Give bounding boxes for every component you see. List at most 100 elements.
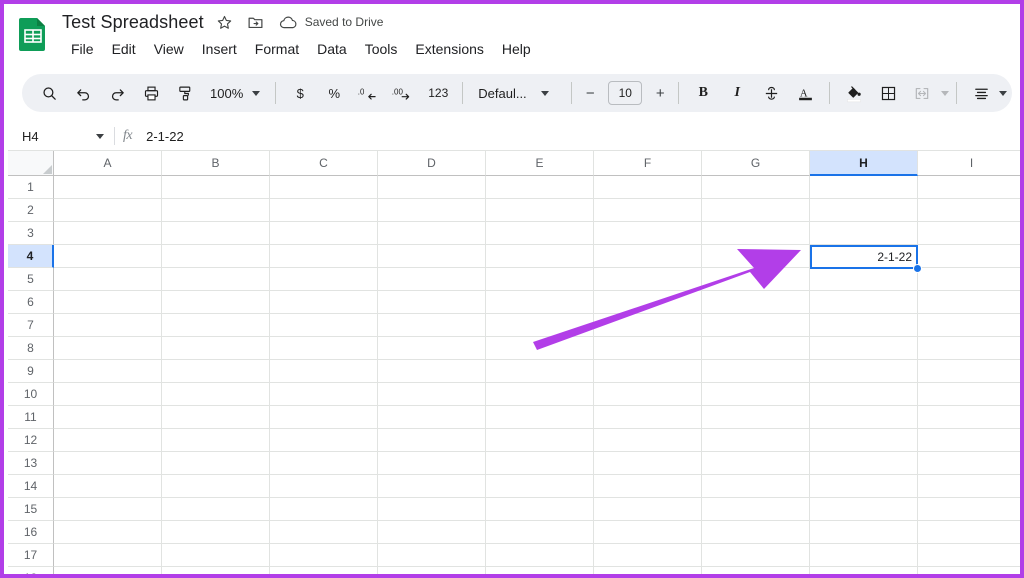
fill-color-icon[interactable] — [840, 79, 868, 107]
cell-G3[interactable] — [702, 222, 810, 245]
cell-A10[interactable] — [54, 383, 162, 406]
cell-C3[interactable] — [270, 222, 378, 245]
cell-C8[interactable] — [270, 337, 378, 360]
cell-I2[interactable] — [918, 199, 1024, 222]
page-title[interactable]: Test Spreadsheet — [62, 12, 204, 33]
cell-A11[interactable] — [54, 406, 162, 429]
row-header-2[interactable]: 2 — [8, 199, 54, 222]
function-icon[interactable]: fx — [123, 128, 132, 144]
row-header-17[interactable]: 17 — [8, 544, 54, 567]
cell-G4[interactable] — [702, 245, 810, 268]
cell-A5[interactable] — [54, 268, 162, 291]
column-header-f[interactable]: F — [594, 151, 702, 176]
cell-G8[interactable] — [702, 337, 810, 360]
cell-C6[interactable] — [270, 291, 378, 314]
cell-B12[interactable] — [162, 429, 270, 452]
cell-G18[interactable] — [702, 567, 810, 578]
more-formats-button[interactable]: 123 — [424, 79, 452, 107]
cell-B5[interactable] — [162, 268, 270, 291]
cell-F16[interactable] — [594, 521, 702, 544]
cell-B4[interactable] — [162, 245, 270, 268]
cell-D12[interactable] — [378, 429, 486, 452]
cell-I13[interactable] — [918, 452, 1024, 475]
cell-E16[interactable] — [486, 521, 594, 544]
cell-I18[interactable] — [918, 567, 1024, 578]
cell-C1[interactable] — [270, 176, 378, 199]
cell-E17[interactable] — [486, 544, 594, 567]
row-header-13[interactable]: 13 — [8, 452, 54, 475]
cell-D14[interactable] — [378, 475, 486, 498]
cell-B7[interactable] — [162, 314, 270, 337]
cell-H10[interactable] — [810, 383, 918, 406]
increase-decimal-button[interactable]: .00 — [388, 79, 418, 107]
cell-B17[interactable] — [162, 544, 270, 567]
cell-C10[interactable] — [270, 383, 378, 406]
cell-F15[interactable] — [594, 498, 702, 521]
cell-B11[interactable] — [162, 406, 270, 429]
cell-A16[interactable] — [54, 521, 162, 544]
cell-A8[interactable] — [54, 337, 162, 360]
cell-F11[interactable] — [594, 406, 702, 429]
cell-G11[interactable] — [702, 406, 810, 429]
zoom-control[interactable]: 100% — [202, 79, 268, 107]
cell-A1[interactable] — [54, 176, 162, 199]
row-header-9[interactable]: 9 — [8, 360, 54, 383]
font-size-decrease-button[interactable]: − — [579, 82, 601, 104]
cell-A13[interactable] — [54, 452, 162, 475]
row-header-5[interactable]: 5 — [8, 268, 54, 291]
cell-C5[interactable] — [270, 268, 378, 291]
cell-A14[interactable] — [54, 475, 162, 498]
cell-D9[interactable] — [378, 360, 486, 383]
cell-F3[interactable] — [594, 222, 702, 245]
cell-F8[interactable] — [594, 337, 702, 360]
merge-cells-icon[interactable] — [908, 79, 936, 107]
cell-I14[interactable] — [918, 475, 1024, 498]
cell-H18[interactable] — [810, 567, 918, 578]
italic-button[interactable]: I — [723, 79, 751, 107]
redo-icon[interactable] — [103, 79, 131, 107]
cell-H9[interactable] — [810, 360, 918, 383]
spreadsheet-grid[interactable]: ABCDEFGHI 123456789101112131415161718 2-… — [8, 151, 1024, 578]
cell-D15[interactable] — [378, 498, 486, 521]
cell-E8[interactable] — [486, 337, 594, 360]
saved-state[interactable]: Saved to Drive — [279, 12, 384, 32]
menu-view[interactable]: View — [145, 37, 193, 61]
google-sheets-logo[interactable] — [17, 17, 49, 51]
cell-H15[interactable] — [810, 498, 918, 521]
cell-B2[interactable] — [162, 199, 270, 222]
cell-B10[interactable] — [162, 383, 270, 406]
cell-A9[interactable] — [54, 360, 162, 383]
cell-F12[interactable] — [594, 429, 702, 452]
cell-I11[interactable] — [918, 406, 1024, 429]
column-header-h[interactable]: H — [810, 151, 918, 176]
cell-E4[interactable] — [486, 245, 594, 268]
star-icon[interactable] — [215, 12, 235, 32]
row-header-12[interactable]: 12 — [8, 429, 54, 452]
cell-G6[interactable] — [702, 291, 810, 314]
row-header-3[interactable]: 3 — [8, 222, 54, 245]
cell-E15[interactable] — [486, 498, 594, 521]
cell-G1[interactable] — [702, 176, 810, 199]
cell-C11[interactable] — [270, 406, 378, 429]
cell-I7[interactable] — [918, 314, 1024, 337]
font-size-increase-button[interactable]: + — [649, 82, 671, 104]
row-header-11[interactable]: 11 — [8, 406, 54, 429]
cell-H14[interactable] — [810, 475, 918, 498]
cell-E13[interactable] — [486, 452, 594, 475]
cell-H3[interactable] — [810, 222, 918, 245]
currency-format-button[interactable]: $ — [286, 79, 314, 107]
cell-A15[interactable] — [54, 498, 162, 521]
row-header-16[interactable]: 16 — [8, 521, 54, 544]
cell-F4[interactable] — [594, 245, 702, 268]
cell-E14[interactable] — [486, 475, 594, 498]
cell-C2[interactable] — [270, 199, 378, 222]
cell-D4[interactable] — [378, 245, 486, 268]
cell-I17[interactable] — [918, 544, 1024, 567]
cell-C9[interactable] — [270, 360, 378, 383]
chevron-down-icon[interactable] — [941, 91, 949, 96]
cell-G2[interactable] — [702, 199, 810, 222]
cell-B18[interactable] — [162, 567, 270, 578]
cell-D10[interactable] — [378, 383, 486, 406]
cell-C16[interactable] — [270, 521, 378, 544]
cell-D2[interactable] — [378, 199, 486, 222]
